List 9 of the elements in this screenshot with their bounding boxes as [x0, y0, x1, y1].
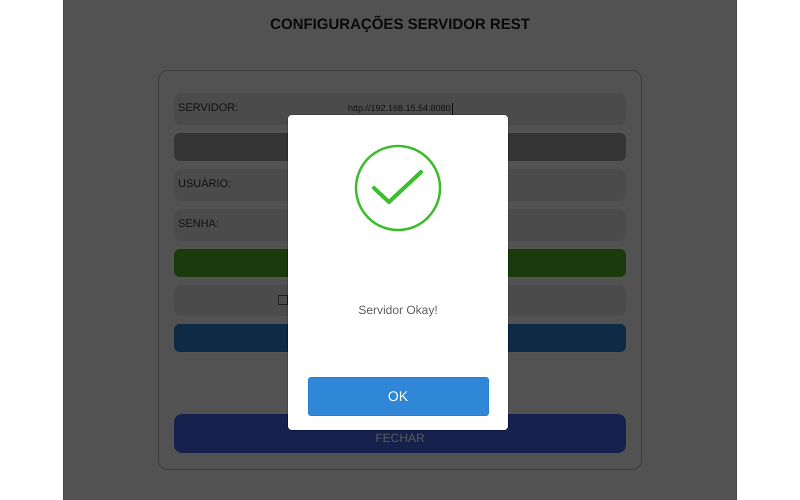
ok-button[interactable]: OK — [308, 377, 488, 416]
field-label: SERVIDOR: — [178, 101, 240, 116]
field-label: SENHA: — [178, 217, 220, 232]
checkbox[interactable] — [278, 295, 288, 305]
field-label: USUÁRIO: — [178, 176, 232, 192]
check-circle-icon — [354, 144, 442, 232]
field-value: http://192.168.15.54:8080 — [348, 102, 453, 116]
page-title: CONFIGURAÇÕES SERVIDOR REST — [270, 14, 530, 35]
dialog-message: Servidor Okay! — [358, 302, 438, 319]
